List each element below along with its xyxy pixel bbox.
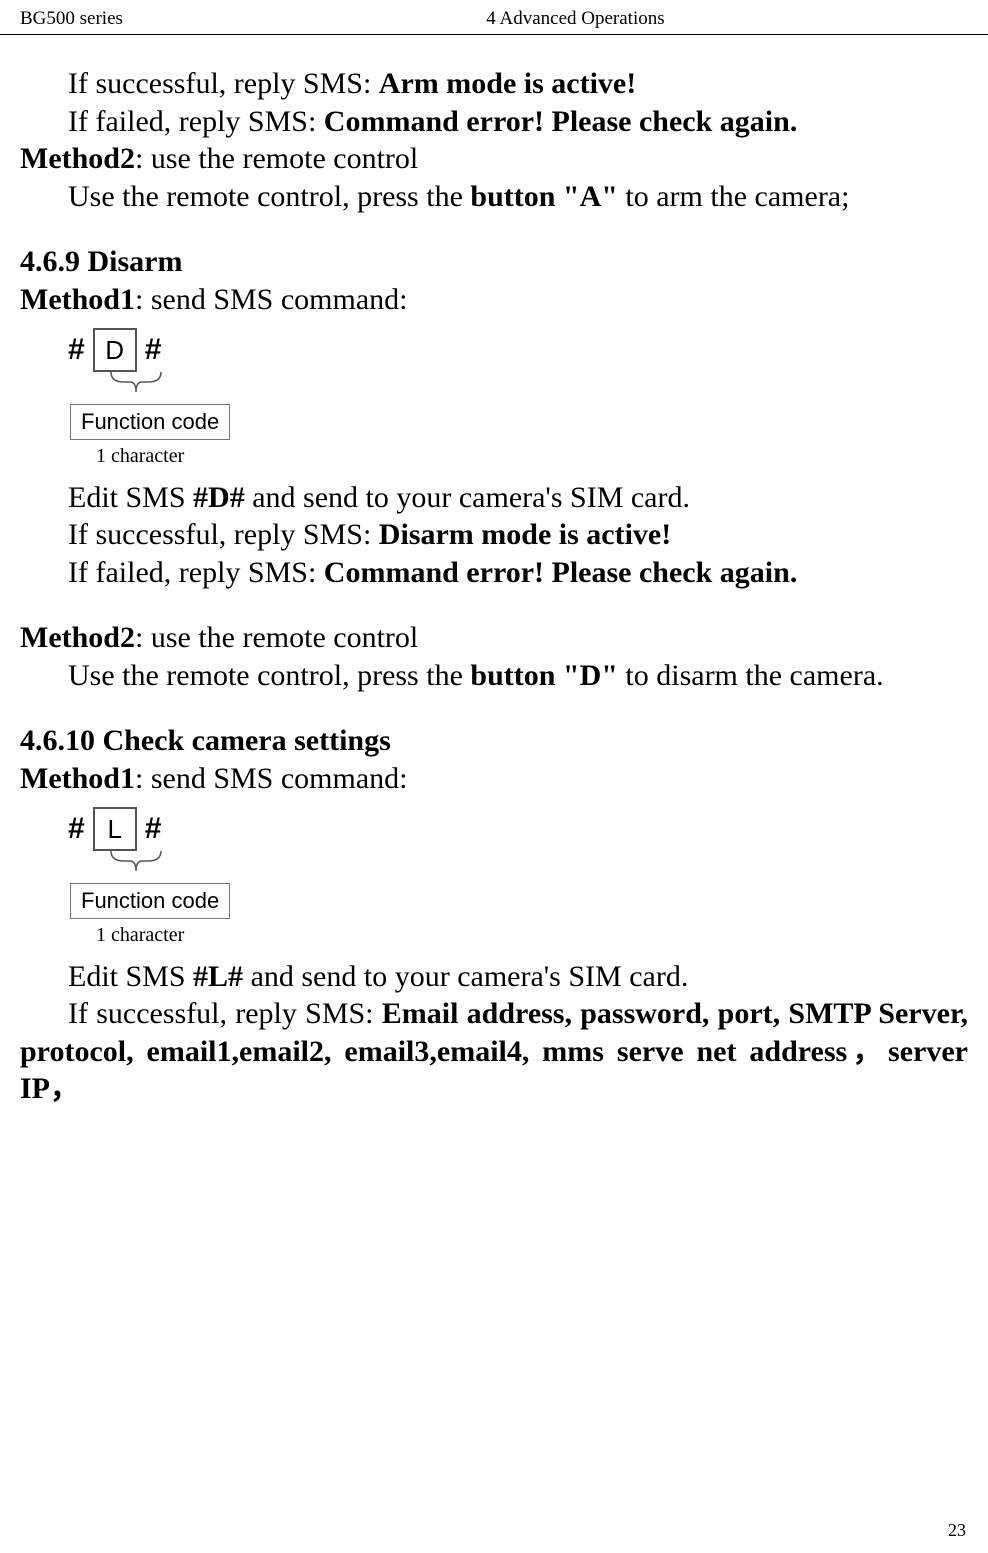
edit-sms-pre: Edit SMS [68,960,193,993]
disarm-button-d: button "D" [470,659,618,692]
method1-label: Method1 [20,283,135,316]
char-count-label: 1 character [96,923,288,948]
method1-rest: : send SMS command: [135,283,408,316]
disarm-method2-heading: Method2: use the remote control [20,619,968,657]
success-prefix: If successful, reply SMS: [68,518,379,551]
arm-success-line: If successful, reply SMS: Arm mode is ac… [20,65,968,103]
hash-icon: # [145,810,162,848]
letter-d-box: D [93,328,137,372]
disarm-remote-instruction: Use the remote control, press the button… [20,657,968,695]
header-series: BG500 series [20,8,123,30]
arm-remote-post: to arm the camera; [618,180,850,213]
edit-sms-post: and send to your camera's SIM card. [243,960,688,993]
disarm-fail-line: If failed, reply SMS: Command error! Ple… [20,554,968,592]
method2-label: Method2 [20,142,135,175]
section-469-heading: 4.6.9 Disarm [20,243,968,281]
char-count-label: 1 character [96,444,288,469]
hash-icon: # [68,810,85,848]
arm-button-a: button "A" [470,180,618,213]
disarm-success-msg: Disarm mode is active! [379,518,671,551]
page-content: If successful, reply SMS: Arm mode is ac… [0,35,988,1108]
method2-rest: : use the remote control [135,621,418,654]
function-code-box: Function code [70,404,230,440]
code-d: #D# [193,481,245,514]
arm-method2-heading: Method2: use the remote control [20,140,968,178]
settings-edit-sms: Edit SMS #L# and send to your camera's S… [20,958,968,996]
header-chapter: 4 Advanced Operations [123,8,968,30]
method1-rest: : send SMS command: [135,762,408,795]
diagram-l-top: # L # [68,807,288,851]
letter-l-box: L [93,807,137,851]
settings-method1-heading: Method1: send SMS command: [20,760,968,798]
page-header: BG500 series 4 Advanced Operations [0,0,988,35]
page-number: 23 [948,1520,966,1541]
success-prefix: If successful, reply SMS: [68,997,382,1030]
section-4610-heading: 4.6.10 Check camera settings [20,722,968,760]
settings-success-line: If successful, reply SMS: Email address,… [20,995,968,1108]
disarm-edit-sms: Edit SMS #D# and send to your camera's S… [20,479,968,517]
function-code-box: Function code [70,883,230,919]
disarm-success-line: If successful, reply SMS: Disarm mode is… [20,516,968,554]
brace-icon [106,370,166,396]
brace-icon [106,849,166,875]
arm-remote-pre: Use the remote control, press the [68,180,470,213]
disarm-remote-pre: Use the remote control, press the [68,659,470,692]
success-prefix: If successful, reply SMS: [68,67,379,100]
method2-rest: : use the remote control [135,142,418,175]
arm-fail-line: If failed, reply SMS: Command error! Ple… [20,103,968,141]
diagram-d-top: # D # [68,328,288,372]
edit-sms-post: and send to your camera's SIM card. [245,481,690,514]
arm-success-msg: Arm mode is active! [379,67,636,100]
sms-diagram-l: # L # Function code 1 character [68,807,288,948]
fail-msg: Command error! Please check again. [324,105,798,138]
disarm-remote-post: to disarm the camera. [618,659,884,692]
edit-sms-pre: Edit SMS [68,481,193,514]
fail-prefix: If failed, reply SMS: [68,105,324,138]
method2-label: Method2 [20,621,135,654]
sms-diagram-d: # D # Function code 1 character [68,328,288,469]
arm-remote-instruction: Use the remote control, press the button… [20,178,968,216]
hash-icon: # [145,331,162,369]
fail-prefix: If failed, reply SMS: [68,556,324,589]
hash-icon: # [68,331,85,369]
disarm-method1-heading: Method1: send SMS command: [20,281,968,319]
fail-msg: Command error! Please check again. [324,556,798,589]
method1-label: Method1 [20,762,135,795]
code-l: #L# [193,960,243,993]
